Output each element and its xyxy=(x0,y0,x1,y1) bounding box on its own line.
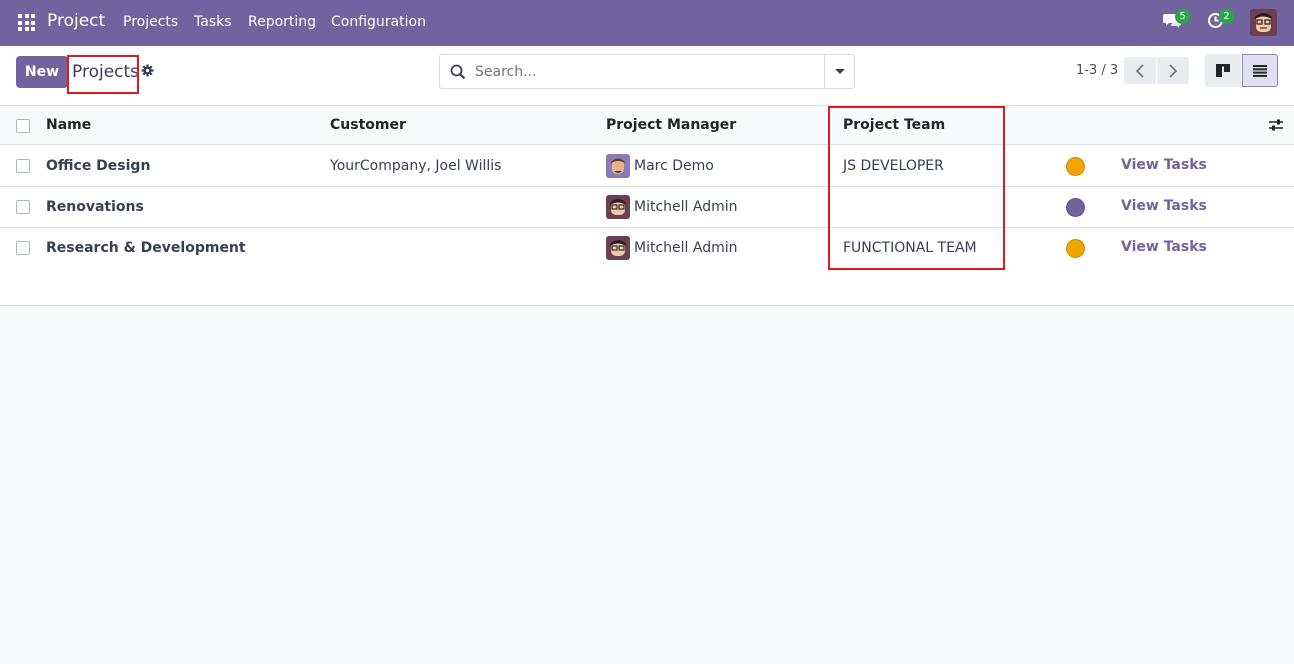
row-checkbox[interactable] xyxy=(16,200,30,214)
team-column-highlight-box xyxy=(828,106,1005,270)
optional-columns-icon[interactable] xyxy=(1268,118,1284,132)
activity-badge: 2 xyxy=(1219,9,1234,24)
control-panel: New Projects 1-3 / 3 xyxy=(0,46,1294,106)
color-indicator[interactable] xyxy=(1066,157,1085,176)
title-highlight-box xyxy=(67,55,139,94)
search-input[interactable] xyxy=(475,55,820,88)
search-bar xyxy=(439,54,855,89)
menu-configuration[interactable]: Configuration xyxy=(331,14,426,30)
view-tasks-button[interactable]: View Tasks xyxy=(1121,198,1207,214)
table-header: Name Customer Project Manager Project Te… xyxy=(0,106,1294,145)
menu-projects[interactable]: Projects xyxy=(123,14,178,30)
select-all-checkbox[interactable] xyxy=(16,119,30,133)
gear-icon[interactable] xyxy=(141,64,154,77)
column-header-name[interactable]: Name xyxy=(46,117,91,133)
project-name[interactable]: Office Design xyxy=(46,158,150,174)
view-tasks-button[interactable]: View Tasks xyxy=(1121,157,1207,173)
table-row[interactable]: Renovations Mitchell Admin View Tasks xyxy=(0,187,1294,228)
project-manager: Mitchell Admin xyxy=(634,240,738,256)
new-button[interactable]: New xyxy=(16,56,68,88)
apps-menu-icon[interactable] xyxy=(18,14,35,31)
avatar xyxy=(606,154,630,178)
pager-previous-button[interactable] xyxy=(1124,57,1156,84)
view-tasks-button[interactable]: View Tasks xyxy=(1121,239,1207,255)
row-checkbox[interactable] xyxy=(16,241,30,255)
chevron-right-icon xyxy=(1169,63,1178,78)
project-manager: Marc Demo xyxy=(634,158,714,174)
list-view-button[interactable] xyxy=(1242,54,1278,87)
table-row[interactable]: Office Design YourCompany, Joel Willis M… xyxy=(0,146,1294,187)
messaging-button[interactable]: 5 xyxy=(1163,9,1190,32)
pager-next-button[interactable] xyxy=(1157,57,1189,84)
table-row[interactable]: Research & Development Mitchell Admin FU… xyxy=(0,228,1294,269)
top-navbar: Project Projects Tasks Reporting Configu… xyxy=(0,0,1294,46)
chevron-left-icon xyxy=(1135,63,1144,78)
chat-badge: 5 xyxy=(1175,9,1190,24)
kanban-view-button[interactable] xyxy=(1205,54,1241,87)
project-name[interactable]: Renovations xyxy=(46,199,144,215)
caret-down-icon xyxy=(834,69,845,74)
app-name[interactable]: Project xyxy=(47,11,105,31)
project-manager: Mitchell Admin xyxy=(634,199,738,215)
menu-reporting[interactable]: Reporting xyxy=(248,14,316,30)
color-indicator[interactable] xyxy=(1066,198,1085,217)
table-footer xyxy=(0,268,1294,306)
avatar xyxy=(606,195,630,219)
column-header-customer[interactable]: Customer xyxy=(330,117,406,133)
project-customer: YourCompany, Joel Willis xyxy=(330,158,502,174)
list-icon xyxy=(1253,64,1267,77)
search-icon xyxy=(450,64,466,80)
menu-tasks[interactable]: Tasks xyxy=(194,14,232,30)
kanban-icon xyxy=(1216,64,1230,77)
pager-value[interactable]: 1-3 / 3 xyxy=(1076,63,1118,78)
avatar xyxy=(606,236,630,260)
activity-button[interactable]: 2 xyxy=(1207,9,1234,32)
user-avatar[interactable] xyxy=(1250,9,1277,36)
search-options-toggle[interactable] xyxy=(824,55,854,88)
project-name[interactable]: Research & Development xyxy=(46,240,246,256)
column-header-manager[interactable]: Project Manager xyxy=(606,117,736,133)
row-checkbox[interactable] xyxy=(16,159,30,173)
color-indicator[interactable] xyxy=(1066,239,1085,258)
